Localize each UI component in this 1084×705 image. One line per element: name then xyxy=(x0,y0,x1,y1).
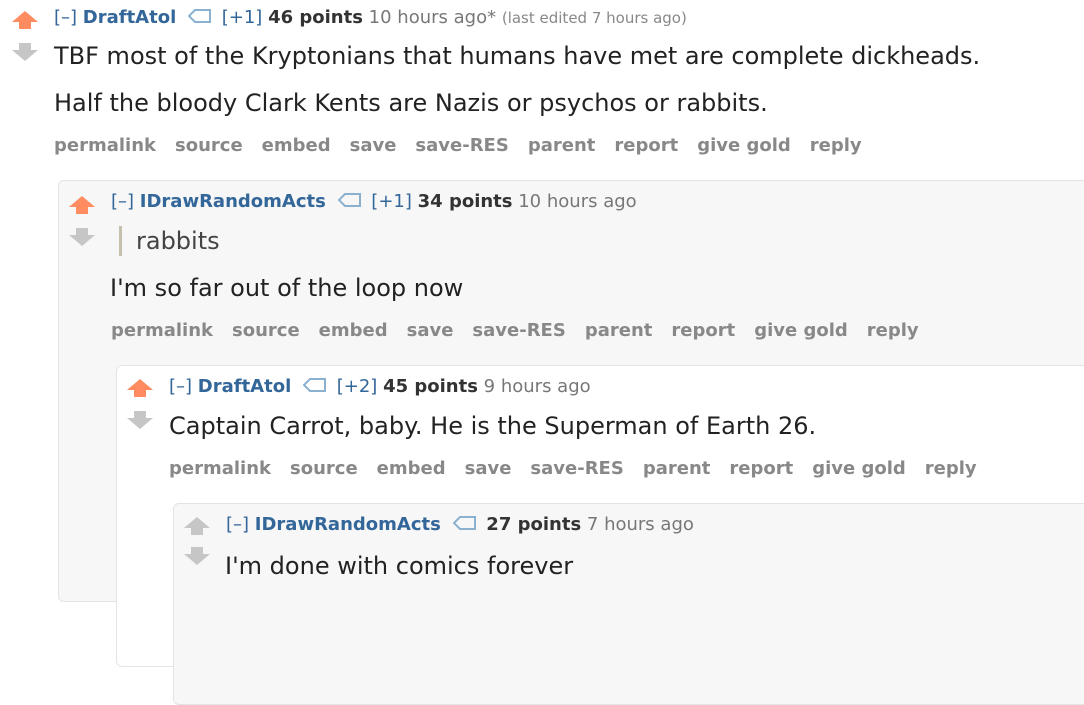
user-tag-icon[interactable] xyxy=(302,376,327,398)
embed-button[interactable]: embed xyxy=(319,320,388,341)
report-button[interactable]: report xyxy=(671,320,735,341)
comment-paragraph: TBF most of the Kryptonians that humans … xyxy=(54,42,981,70)
edited-note: (last edited 7 hours ago) xyxy=(501,9,687,27)
score: 27 points xyxy=(486,514,582,535)
author-link[interactable]: IDrawRandomActs xyxy=(140,191,326,212)
save-res-button[interactable]: save-RES xyxy=(472,320,565,341)
upvote-arrow-icon[interactable] xyxy=(67,195,97,215)
upvote-arrow-icon[interactable] xyxy=(10,10,40,30)
timestamp: 9 hours ago xyxy=(483,376,591,397)
comment-2: [–] IDrawRandomActs [+1] 34 points 10 ho… xyxy=(58,180,1084,705)
report-button[interactable]: report xyxy=(729,458,793,479)
parent-button[interactable]: parent xyxy=(585,320,653,341)
embed-button[interactable]: embed xyxy=(262,135,331,156)
comment-4: [–] IDrawRandomActs 27 points 7 hours ag… xyxy=(173,503,1084,705)
collapse-toggle[interactable]: [–] xyxy=(169,376,192,397)
user-tag-icon[interactable] xyxy=(337,191,362,213)
comment-paragraph: I'm done with comics forever xyxy=(225,552,574,580)
score: 45 points xyxy=(383,376,478,397)
collapse-toggle[interactable]: [–] xyxy=(111,191,134,212)
reply-button[interactable]: reply xyxy=(867,320,919,341)
score: 46 points xyxy=(268,7,363,28)
timestamp: 10 hours ago xyxy=(518,191,637,212)
comment-tagline: [–] IDrawRandomActs [+1] 34 points 10 ho… xyxy=(111,191,637,213)
author-link[interactable]: IDrawRandomActs xyxy=(255,514,441,535)
comment-1: [–] DraftAtol [+1] 46 points 10 hours ag… xyxy=(0,0,1084,705)
source-button[interactable]: source xyxy=(232,320,300,341)
comment-paragraph: I'm so far out of the loop now xyxy=(110,274,464,302)
parent-button[interactable]: parent xyxy=(643,458,711,479)
comment-tagline: [–] DraftAtol [+1] 46 points 10 hours ag… xyxy=(54,7,687,29)
comment-3: [–] DraftAtol [+2] 45 points 9 hours ago… xyxy=(116,365,1084,705)
save-button[interactable]: save xyxy=(407,320,454,341)
collapse-toggle[interactable]: [–] xyxy=(54,7,77,28)
give-gold-button[interactable]: give gold xyxy=(697,135,791,156)
save-res-button[interactable]: save-RES xyxy=(530,458,623,479)
save-button[interactable]: save xyxy=(350,135,397,156)
save-res-button[interactable]: save-RES xyxy=(415,135,508,156)
comment-buttons: permalink source embed save save-RES parent re… xyxy=(54,135,881,157)
source-button[interactable]: source xyxy=(175,135,243,156)
reply-button[interactable]: reply xyxy=(810,135,862,156)
report-button[interactable]: report xyxy=(614,135,678,156)
timestamp: 10 hours ago* xyxy=(368,7,497,28)
permalink-button[interactable]: permalink xyxy=(54,135,156,156)
comment-tagline: [–] IDrawRandomActs 27 points 7 hours ag… xyxy=(226,514,694,536)
upvote-arrow-icon[interactable] xyxy=(182,516,212,536)
author-link[interactable]: DraftAtol xyxy=(83,7,176,28)
give-gold-button[interactable]: give gold xyxy=(812,458,906,479)
user-tag-icon[interactable] xyxy=(452,514,477,536)
comment-paragraph: Captain Carrot, baby. He is the Superman… xyxy=(169,412,817,440)
vote-weight[interactable]: [+1] xyxy=(371,191,412,212)
collapse-toggle[interactable]: [–] xyxy=(226,514,249,535)
vote-weight[interactable]: [+2] xyxy=(337,376,378,397)
vote-weight[interactable]: [+1] xyxy=(222,7,263,28)
downvote-arrow-icon[interactable] xyxy=(10,42,40,62)
downvote-arrow-icon[interactable] xyxy=(182,546,212,566)
give-gold-button[interactable]: give gold xyxy=(754,320,848,341)
source-button[interactable]: source xyxy=(290,458,358,479)
reply-button[interactable]: reply xyxy=(925,458,977,479)
comment-tagline: [–] DraftAtol [+2] 45 points 9 hours ago xyxy=(169,376,591,398)
author-link[interactable]: DraftAtol xyxy=(198,376,291,397)
comment-buttons: permalink source embed save save-RES parent re… xyxy=(169,458,996,480)
parent-button[interactable]: parent xyxy=(528,135,596,156)
comment-paragraph: Half the bloody Clark Kents are Nazis or… xyxy=(54,89,768,117)
comment-buttons: permalink source embed save save-RES parent re… xyxy=(111,320,938,342)
upvote-arrow-icon[interactable] xyxy=(125,378,155,398)
score: 34 points xyxy=(417,191,513,212)
embed-button[interactable]: embed xyxy=(377,458,446,479)
permalink-button[interactable]: permalink xyxy=(111,320,213,341)
timestamp: 7 hours ago xyxy=(586,514,694,535)
downvote-arrow-icon[interactable] xyxy=(67,227,97,247)
quoted-text: rabbits xyxy=(119,226,220,256)
save-button[interactable]: save xyxy=(465,458,512,479)
user-tag-icon[interactable] xyxy=(187,7,212,29)
permalink-button[interactable]: permalink xyxy=(169,458,271,479)
downvote-arrow-icon[interactable] xyxy=(125,410,155,430)
